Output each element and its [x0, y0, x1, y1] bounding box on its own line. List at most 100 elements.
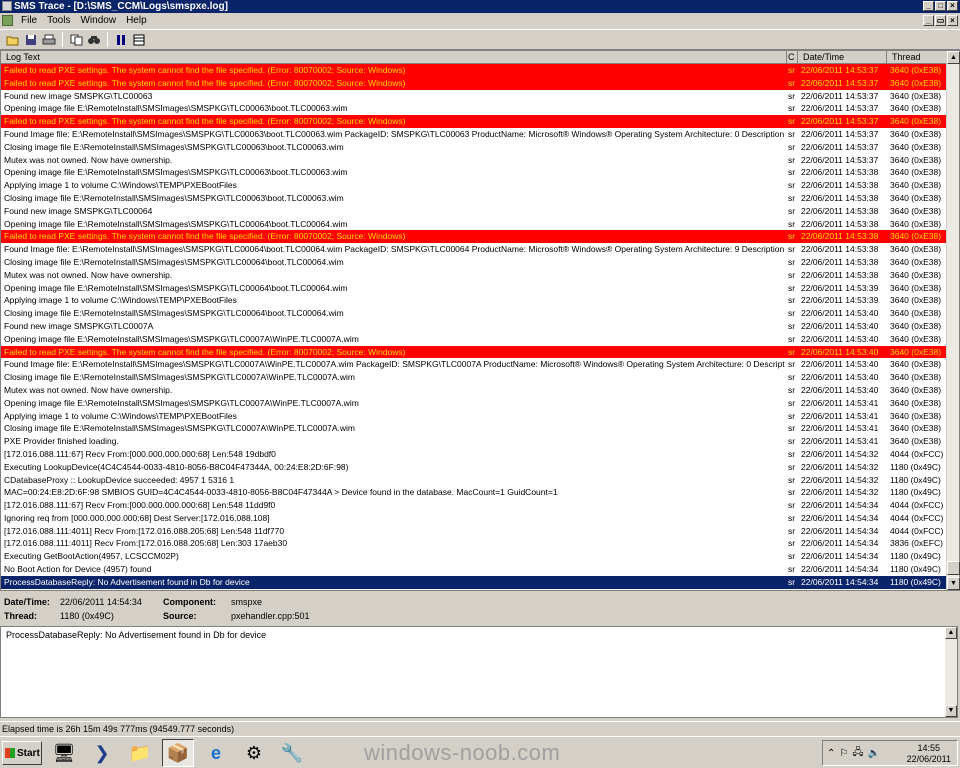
log-row[interactable]: CDatabaseProxy :: LookupDevice succeeded… [1, 474, 947, 487]
menu-window[interactable]: Window [75, 13, 121, 29]
title-bar: SMS Trace - [D:\SMS_CCM\Logs\smspxe.log]… [0, 0, 960, 13]
show-hidden-icons-icon[interactable]: ⌃ [827, 748, 835, 759]
log-row[interactable]: [172.016.088.111:4011] Recv From:[172.01… [1, 525, 947, 538]
log-row[interactable]: Opening image file E:\RemoteInstall\SMSI… [1, 333, 947, 346]
explorer-folder-icon[interactable]: 📁 [124, 739, 156, 767]
datetime-cell: 22/06/2011 14:53:40 [801, 372, 879, 383]
column-header-datetime[interactable]: Date/Time [798, 51, 887, 64]
column-header-component[interactable]: C [787, 51, 798, 64]
copy-icon[interactable] [68, 32, 84, 48]
log-row[interactable]: [172.016.088.111:4011] Recv From:[172.01… [1, 537, 947, 550]
message-textbox[interactable]: ProcessDatabaseReply: No Advertisement f… [0, 626, 958, 718]
pause-icon[interactable] [113, 32, 129, 48]
log-row[interactable]: [172.016.088.111:67] Recv From:[000.000.… [1, 448, 947, 461]
menu-file[interactable]: File [16, 13, 42, 29]
internet-explorer-icon[interactable]: e [200, 739, 232, 767]
log-list[interactable]: Log Text C Date/Time Thread Failed to re… [0, 50, 960, 591]
start-button[interactable]: Start [2, 741, 42, 765]
log-row[interactable]: Ignoring req from [000.000.000.000:68] D… [1, 512, 947, 525]
open-icon[interactable] [5, 32, 21, 48]
column-header-log-text[interactable]: Log Text [1, 51, 787, 64]
log-row[interactable]: Closing image file E:\RemoteInstall\SMSI… [1, 371, 947, 384]
menu-tools[interactable]: Tools [42, 13, 75, 29]
log-row[interactable]: Opening image file E:\RemoteInstall\SMSI… [1, 166, 947, 179]
log-row[interactable]: Found new image SMSPKG\TLC0007A sr 22/06/2… [1, 320, 947, 333]
datetime-cell: 22/06/2011 14:53:40 [801, 359, 879, 370]
log-row[interactable]: Applying image 1 to volume C:\Windows\TE… [1, 294, 947, 307]
log-row[interactable]: Found new image SMSPKG\TLC00063 sr 22/06/2… [1, 90, 947, 103]
log-row[interactable]: Found new image SMSPKG\TLC00064 sr 22/06/2… [1, 205, 947, 218]
clock[interactable]: 14:55 22/06/2011 [907, 743, 951, 765]
component-cell: sr [788, 154, 796, 165]
log-row[interactable]: Mutex was not owned. Now have ownership.… [1, 154, 947, 167]
thread-cell: 3640 (0xE38) [890, 372, 942, 383]
settings-gear-icon[interactable]: ⚙ [238, 739, 270, 767]
log-row[interactable]: Opening image file E:\RemoteInstall\SMSI… [1, 397, 947, 410]
component-cell: sr [788, 269, 796, 280]
scroll-thumb[interactable] [947, 561, 960, 575]
scroll-down-icon[interactable]: ▼ [947, 577, 960, 590]
log-row[interactable]: No Boot Action for Device (4957) found sr… [1, 563, 947, 576]
maximize-button[interactable]: □ [935, 1, 946, 11]
column-header-thread[interactable]: Thread [887, 51, 947, 64]
document-restore-button[interactable]: ▭ [935, 15, 946, 26]
log-row-error[interactable]: Failed to read PXE settings. The system … [1, 345, 947, 359]
network-icon[interactable]: 🖧 [852, 745, 863, 762]
log-row[interactable]: Closing image file E:\RemoteInstall\SMSI… [1, 422, 947, 435]
volume-icon[interactable]: 🔈 [868, 748, 880, 759]
log-row[interactable]: Opening image file E:\RemoteInstall\SMSI… [1, 102, 947, 115]
thread-cell: 3640 (0xE38) [890, 141, 942, 152]
close-button[interactable]: × [947, 1, 958, 11]
log-row[interactable]: Mutex was not owned. Now have ownership.… [1, 269, 947, 282]
log-row[interactable]: PXE Provider finished loading. sr 22/06/20… [1, 435, 947, 448]
log-row[interactable]: Executing GetBootAction(4957, LCSCCM02P)… [1, 550, 947, 563]
log-row[interactable]: Closing image file E:\RemoteInstall\SMSI… [1, 307, 947, 320]
document-icon[interactable] [2, 15, 13, 26]
find-icon[interactable] [86, 32, 102, 48]
powershell-icon[interactable]: ❯ [86, 739, 118, 767]
thread-cell: 3640 (0xE38) [890, 205, 942, 216]
log-row-error[interactable]: Failed to read PXE settings. The system … [1, 76, 947, 90]
log-text-cell: ProcessDatabaseReply: No Advertisement f… [4, 576, 250, 587]
minimize-button[interactable]: _ [923, 1, 934, 11]
log-text-cell: Opening image file E:\RemoteInstall\SMSI… [4, 282, 348, 293]
log-row[interactable]: Mutex was not owned. Now have ownership.… [1, 384, 947, 397]
log-row[interactable]: Found Image file: E:\RemoteInstall\SMSIm… [1, 128, 947, 141]
tool-icon[interactable]: 🔧 [276, 739, 308, 767]
log-row[interactable]: Opening image file E:\RemoteInstall\SMSI… [1, 282, 947, 295]
save-icon[interactable] [23, 32, 39, 48]
log-text-cell: PXE Provider finished loading. [4, 436, 119, 447]
log-row-error[interactable]: Failed to read PXE settings. The system … [1, 64, 947, 77]
datetime-cell: 22/06/2011 14:54:34 [801, 538, 879, 549]
document-close-button[interactable]: × [947, 15, 958, 26]
log-row[interactable]: Closing image file E:\RemoteInstall\SMSI… [1, 141, 947, 154]
columns-icon[interactable] [131, 32, 147, 48]
log-row[interactable]: Closing image file E:\RemoteInstall\SMSI… [1, 192, 947, 205]
menu-help[interactable]: Help [121, 13, 152, 29]
datetime-cell: 22/06/2011 14:54:34 [801, 500, 879, 511]
log-row[interactable]: Applying image 1 to volume C:\Windows\TE… [1, 410, 947, 423]
scroll-down-icon[interactable]: ▼ [945, 705, 957, 717]
print-icon[interactable] [41, 32, 57, 48]
log-row-error[interactable]: Failed to read PXE settings. The system … [1, 230, 947, 244]
scroll-up-icon[interactable]: ▲ [945, 627, 957, 639]
log-row[interactable]: Found Image file: E:\RemoteInstall\SMSIm… [1, 358, 947, 371]
log-text-cell: Failed to read PXE settings. The system … [4, 346, 406, 357]
log-row[interactable]: Opening image file E:\RemoteInstall\SMSI… [1, 218, 947, 231]
log-scrollbar[interactable]: ▲ ▼ [946, 51, 960, 590]
thread-cell: 3640 (0xE38) [890, 116, 942, 127]
server-manager-icon[interactable]: 🖥 [48, 739, 80, 767]
log-row-error[interactable]: Failed to read PXE settings. The system … [1, 115, 947, 128]
message-scrollbar[interactable]: ▲ ▼ [945, 627, 957, 717]
document-minimize-button[interactable]: _ [923, 15, 934, 26]
log-row[interactable]: Applying image 1 to volume C:\Windows\TE… [1, 179, 947, 192]
log-row[interactable]: Found Image file: E:\RemoteInstall\SMSIm… [1, 243, 947, 256]
configmgr-console-icon[interactable]: 📦 [162, 739, 194, 767]
log-row[interactable]: Executing LookupDevice(4C4C4544-0033-481… [1, 461, 947, 474]
flag-icon[interactable]: ⚐ [839, 748, 848, 759]
log-row[interactable]: [172.016.088.111:67] Recv From:[000.000.… [1, 499, 947, 512]
log-row[interactable]: ProcessDatabaseReply: No Advertisement f… [1, 575, 947, 589]
log-row[interactable]: Closing image file E:\RemoteInstall\SMSI… [1, 256, 947, 269]
scroll-up-icon[interactable]: ▲ [947, 51, 960, 64]
log-row[interactable]: MAC=00:24:E8:2D:6F:98 SMBIOS GUID=4C4C45… [1, 486, 947, 499]
